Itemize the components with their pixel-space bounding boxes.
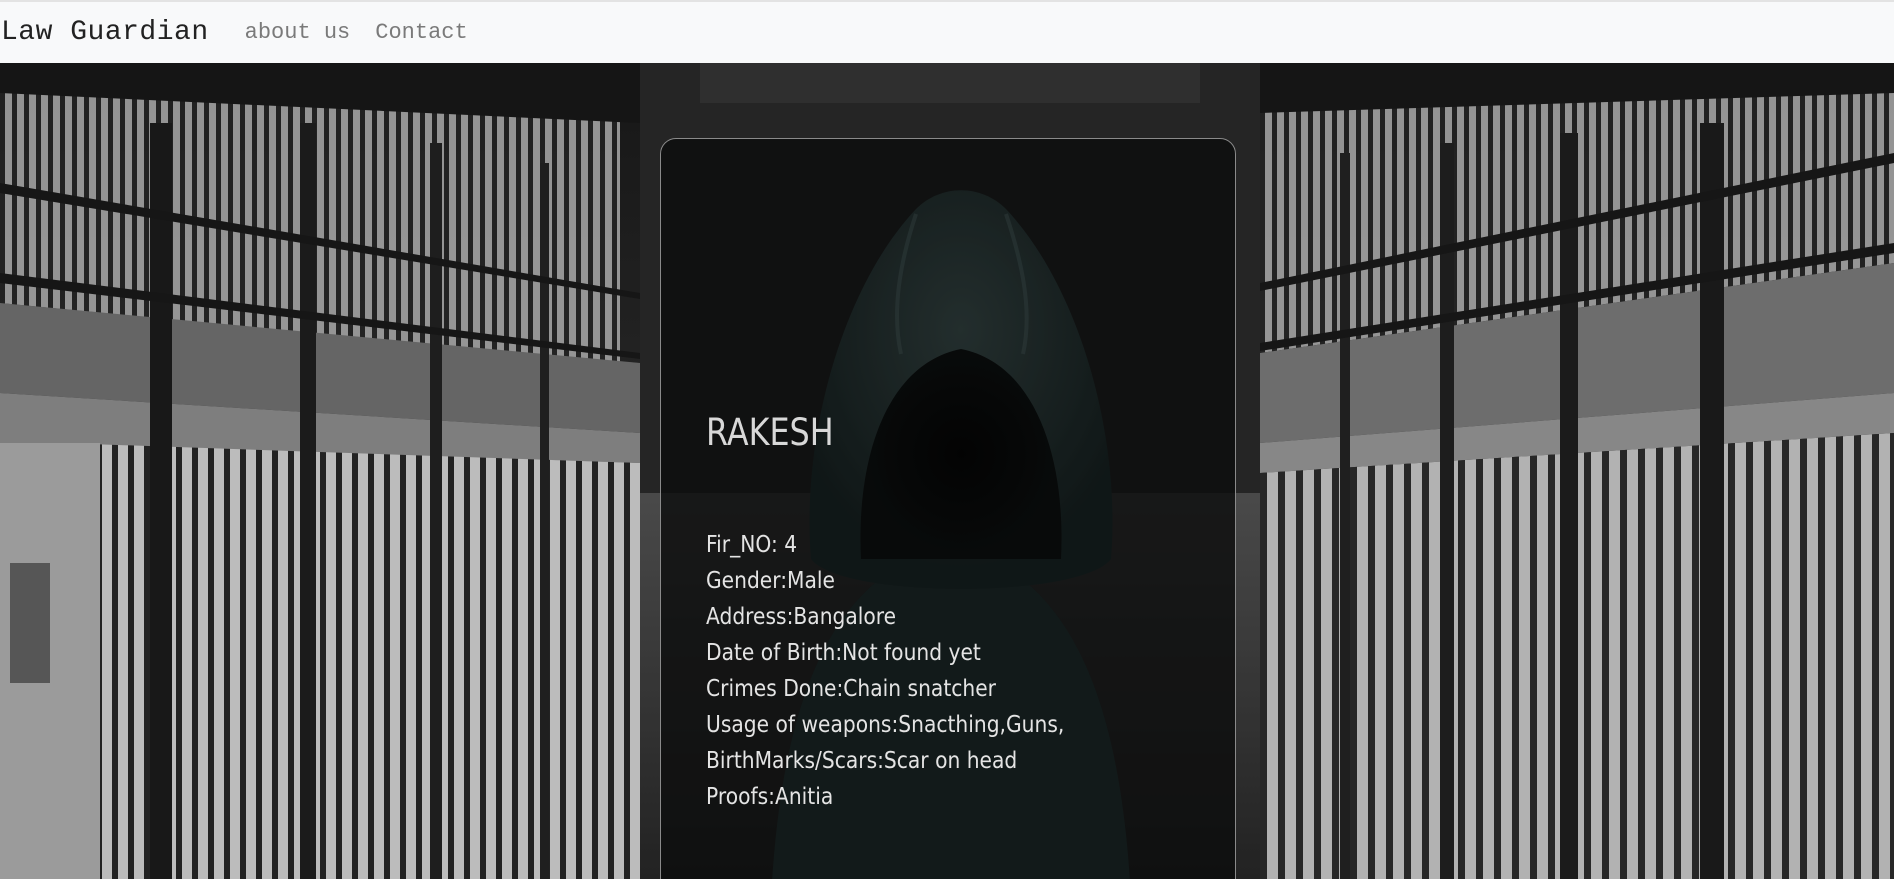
suspect-name: RAKESH: [706, 411, 834, 454]
nav-link-about-us[interactable]: about us: [245, 20, 351, 45]
detail-address: Address:Bangalore: [706, 604, 897, 630]
detail-usage-of-weapons: Usage of weapons:Snacthing,Guns,: [706, 712, 1065, 738]
detail-birthmarks-scars: BirthMarks/Scars:Scar on head: [706, 748, 1018, 774]
nav-link-contact[interactable]: Contact: [375, 20, 467, 45]
detail-gender: Gender:Male: [706, 568, 836, 594]
criminal-profile-card: RAKESH Fir_NO: 4 Gender:Male Address:Ban…: [660, 138, 1236, 879]
detail-date-of-birth: Date of Birth:Not found yet: [706, 640, 981, 666]
brand-logo-link[interactable]: Law Guardian: [0, 17, 209, 48]
detail-crimes-done: Crimes Done:Chain snatcher: [706, 676, 996, 702]
detail-proofs: Proofs:Anitia: [706, 784, 834, 810]
top-navbar: Law Guardian about us Contact: [0, 0, 1894, 63]
detail-fir-no: Fir_NO: 4: [706, 532, 798, 558]
suspect-details-list: Fir_NO: 4 Gender:Male Address:Bangalore …: [706, 527, 1113, 815]
